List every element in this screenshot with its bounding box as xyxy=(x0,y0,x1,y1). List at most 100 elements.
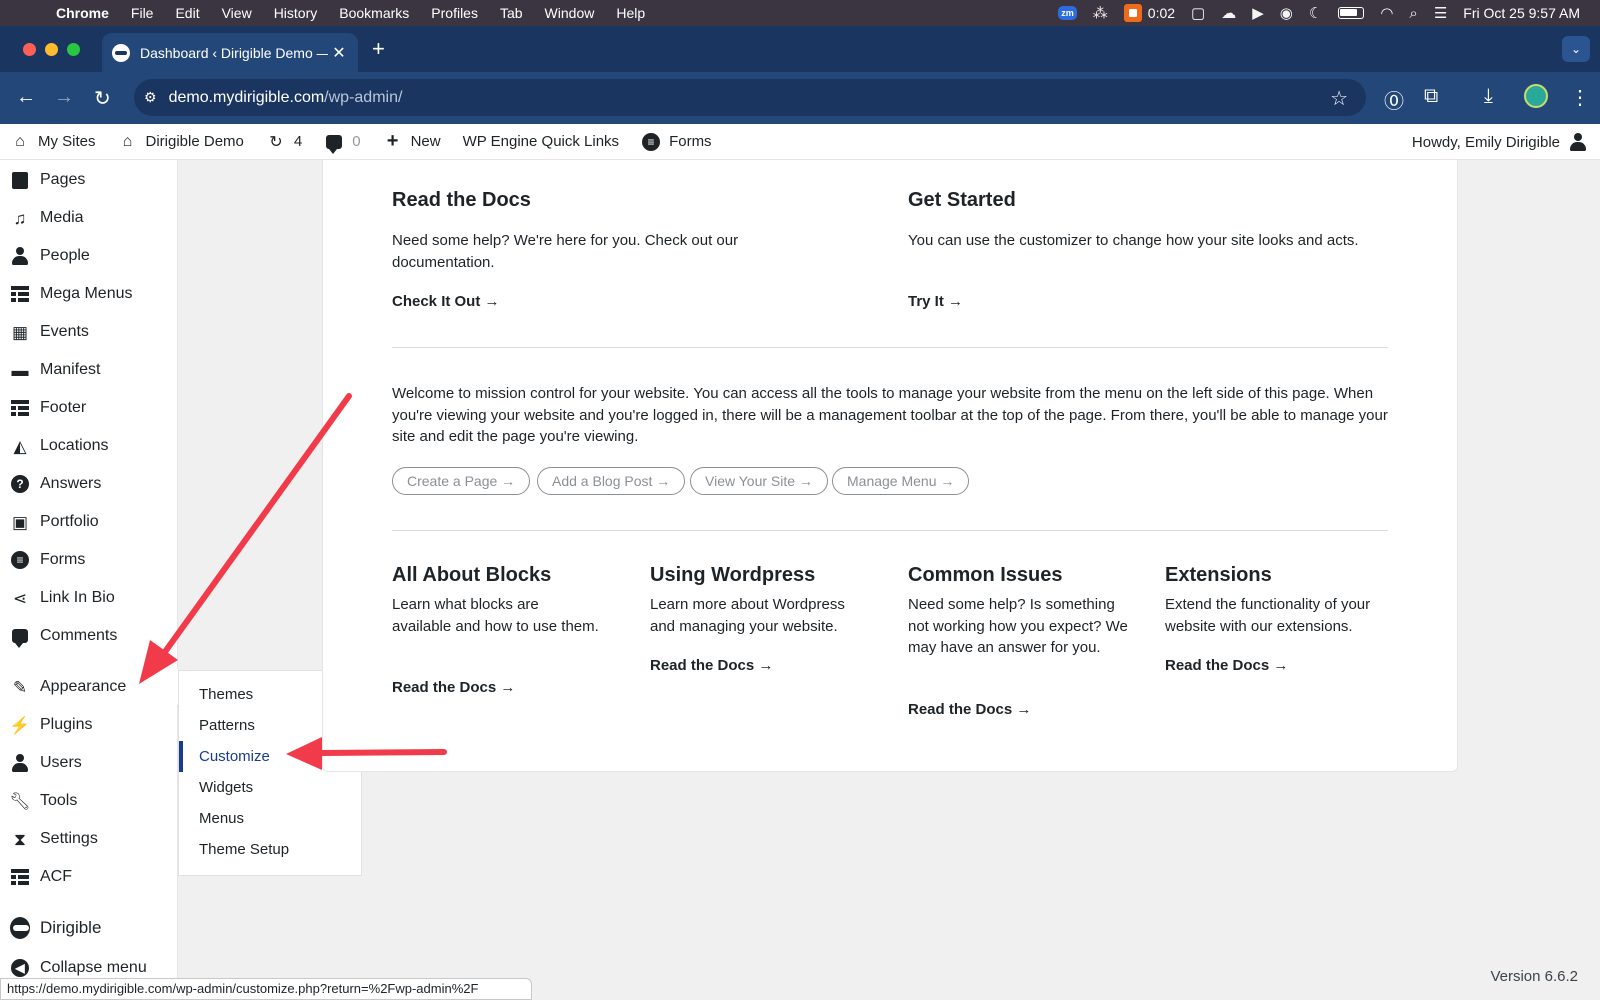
menu-view[interactable]: View xyxy=(222,5,252,21)
wp-engine-quick-links[interactable]: WP Engine Quick Links xyxy=(463,133,619,150)
card-link-blocks[interactable]: Read the Docs → xyxy=(392,679,515,696)
tab-search-icon[interactable]: ⌄ xyxy=(1562,36,1590,62)
reload-icon[interactable]: ↻ xyxy=(94,86,111,111)
menu-app-name[interactable]: Chrome xyxy=(56,5,109,21)
try-it-link[interactable]: Try It → xyxy=(908,293,963,310)
site-info-icon[interactable]: ⚙ xyxy=(144,89,157,106)
howdy-label: Howdy, Emily Dirigible xyxy=(1411,133,1560,151)
sidebar-item-locations[interactable]: ◭ Locations xyxy=(0,428,178,464)
menu-edit[interactable]: Edit xyxy=(175,5,199,21)
sidebar-item-label: ACF xyxy=(40,868,72,885)
clock[interactable]: Fri Oct 25 9:57 AM xyxy=(1463,5,1580,21)
cloud-icon[interactable]: ☁ xyxy=(1221,4,1236,22)
battery-icon[interactable] xyxy=(1338,7,1365,19)
sidebar-item-footer[interactable]: Footer xyxy=(0,390,178,426)
pages-icon xyxy=(10,170,30,190)
menu-file[interactable]: File xyxy=(131,5,154,21)
sidebar-item-dirigible[interactable]: Dirigible xyxy=(0,910,178,946)
submenu-widgets[interactable]: Widgets xyxy=(179,772,361,803)
sidebar-item-media[interactable]: ♫ Media xyxy=(0,200,178,236)
get-started-heading: Get Started xyxy=(908,189,1016,211)
back-icon[interactable]: ← xyxy=(16,86,36,109)
profile-avatar[interactable] xyxy=(1524,84,1548,114)
wp-version: Version 6.6.2 xyxy=(1490,968,1578,985)
sidebar-item-events[interactable]: ▦ Events xyxy=(0,314,178,350)
create-page-button[interactable]: Create a Page → xyxy=(392,467,531,495)
new-content-link[interactable]: + New xyxy=(383,130,441,152)
comments-count: 0 xyxy=(352,133,361,150)
updates-link[interactable]: ↻ 4 xyxy=(266,132,302,152)
sidebar-item-plugins[interactable]: ⚡ Plugins xyxy=(0,707,178,743)
card-link-extensions[interactable]: Read the Docs → xyxy=(1165,657,1288,674)
sidebar-item-people[interactable]: People xyxy=(0,238,178,274)
sidebar-item-users[interactable]: Users xyxy=(0,745,178,781)
account-menu[interactable]: Howdy, Emily Dirigible xyxy=(1412,124,1586,160)
moon-icon[interactable]: ☾ xyxy=(1309,4,1322,22)
menu-help[interactable]: Help xyxy=(616,5,645,21)
zoom-icon[interactable]: zm xyxy=(1058,6,1077,20)
sidebar-item-pages[interactable]: Pages xyxy=(0,162,178,198)
kebab-menu-icon[interactable]: ⋮ xyxy=(1570,85,1590,110)
maximize-window-icon[interactable] xyxy=(67,43,80,56)
sidebar-item-appearance[interactable]: ✎ Appearance xyxy=(0,669,178,705)
forward-icon[interactable]: → xyxy=(54,86,74,109)
new-tab-icon[interactable]: + xyxy=(372,36,385,62)
password-manager-icon[interactable]: ⓪ xyxy=(1384,85,1404,114)
sidebar-item-forms[interactable]: ≡ Forms xyxy=(0,542,178,578)
view-your-site-button[interactable]: View Your Site → xyxy=(690,467,828,495)
my-sites-link[interactable]: ⌂ My Sites xyxy=(10,132,96,152)
card-text-issues: Need some help? Is something not working… xyxy=(908,596,1128,656)
search-icon[interactable]: ⌕ xyxy=(1409,5,1417,22)
minimize-window-icon[interactable] xyxy=(45,43,58,56)
media-icon: ♫ xyxy=(13,208,27,228)
sidebar-item-mega-menus[interactable]: Mega Menus xyxy=(0,276,178,312)
browser-tab-dashboard[interactable]: Dashboard ‹ Dirigible Demo — ✕ xyxy=(102,33,358,72)
sidebar-item-answers[interactable]: ? Answers xyxy=(0,466,178,502)
menu-tab[interactable]: Tab xyxy=(500,5,523,21)
sidebar-item-label: Users xyxy=(40,754,82,771)
sidebar-item-portfolio[interactable]: ▣ Portfolio xyxy=(0,504,178,540)
card-title-blocks: All About Blocks xyxy=(392,564,552,586)
submenu-menus[interactable]: Menus xyxy=(179,803,361,834)
user-avatar-icon xyxy=(1570,133,1586,151)
comments-link[interactable]: 0 xyxy=(324,132,361,154)
play-icon[interactable]: ▶ xyxy=(1252,4,1264,22)
acf-icon xyxy=(10,867,30,887)
download-icon[interactable]: ⤓ xyxy=(1484,85,1493,108)
site-name-link[interactable]: ⌂ Dirigible Demo xyxy=(118,132,244,152)
address-bar[interactable]: ⚙ demo.mydirigible.com/wp-admin/ ☆ xyxy=(134,79,1366,116)
my-sites-label: My Sites xyxy=(38,133,96,150)
manage-menu-button[interactable]: Manage Menu → xyxy=(832,467,970,495)
menu-window[interactable]: Window xyxy=(545,5,595,21)
sidebar-item-manifest[interactable]: ▬ Manifest xyxy=(0,352,178,388)
add-blog-post-button[interactable]: Add a Blog Post → xyxy=(537,467,686,495)
card-title-wordpress: Using Wordpress xyxy=(650,564,816,586)
arrow-to-appearance xyxy=(159,393,352,659)
sidebar-item-acf[interactable]: ACF xyxy=(0,859,178,895)
close-window-icon[interactable] xyxy=(23,43,36,56)
sidebar-item-link-in-bio[interactable]: ⋖ Link In Bio xyxy=(0,580,178,616)
screen-recorder[interactable]: 0:02 xyxy=(1123,4,1175,22)
clipboard-icon[interactable]: ▢ xyxy=(1191,4,1205,22)
card-text-blocks: Learn what blocks are available and how … xyxy=(392,596,599,635)
card-link-wordpress[interactable]: Read the Docs → xyxy=(650,657,773,674)
close-tab-icon[interactable]: ✕ xyxy=(328,43,350,63)
bookmark-star-icon[interactable]: ☆ xyxy=(1330,86,1348,111)
menu-profiles[interactable]: Profiles xyxy=(431,5,478,21)
extensions-icon[interactable]: ⧉ xyxy=(1424,85,1438,108)
control-center-icon[interactable]: ☰ xyxy=(1434,4,1447,22)
card-link-issues[interactable]: Read the Docs → xyxy=(908,701,1031,718)
browser-tab-strip: Dashboard ‹ Dirigible Demo — ✕ + ⌄ xyxy=(0,26,1600,72)
dots-icon[interactable]: ⁂ xyxy=(1093,4,1108,22)
submenu-theme-setup[interactable]: Theme Setup xyxy=(179,834,361,865)
people-icon xyxy=(10,246,30,266)
account-icon[interactable]: ◉ xyxy=(1280,4,1293,22)
wifi-icon[interactable]: ◠ xyxy=(1380,4,1393,22)
check-it-out-link[interactable]: Check It Out → xyxy=(392,293,500,310)
forms-link[interactable]: ≡ Forms xyxy=(641,132,712,152)
menu-history[interactable]: History xyxy=(274,5,318,21)
menu-bookmarks[interactable]: Bookmarks xyxy=(339,5,409,21)
sidebar-item-settings[interactable]: ⧗ Settings xyxy=(0,821,178,857)
sidebar-item-tools[interactable]: 🔧︎ Tools xyxy=(0,783,178,819)
sidebar-item-comments[interactable]: Comments xyxy=(0,618,178,654)
